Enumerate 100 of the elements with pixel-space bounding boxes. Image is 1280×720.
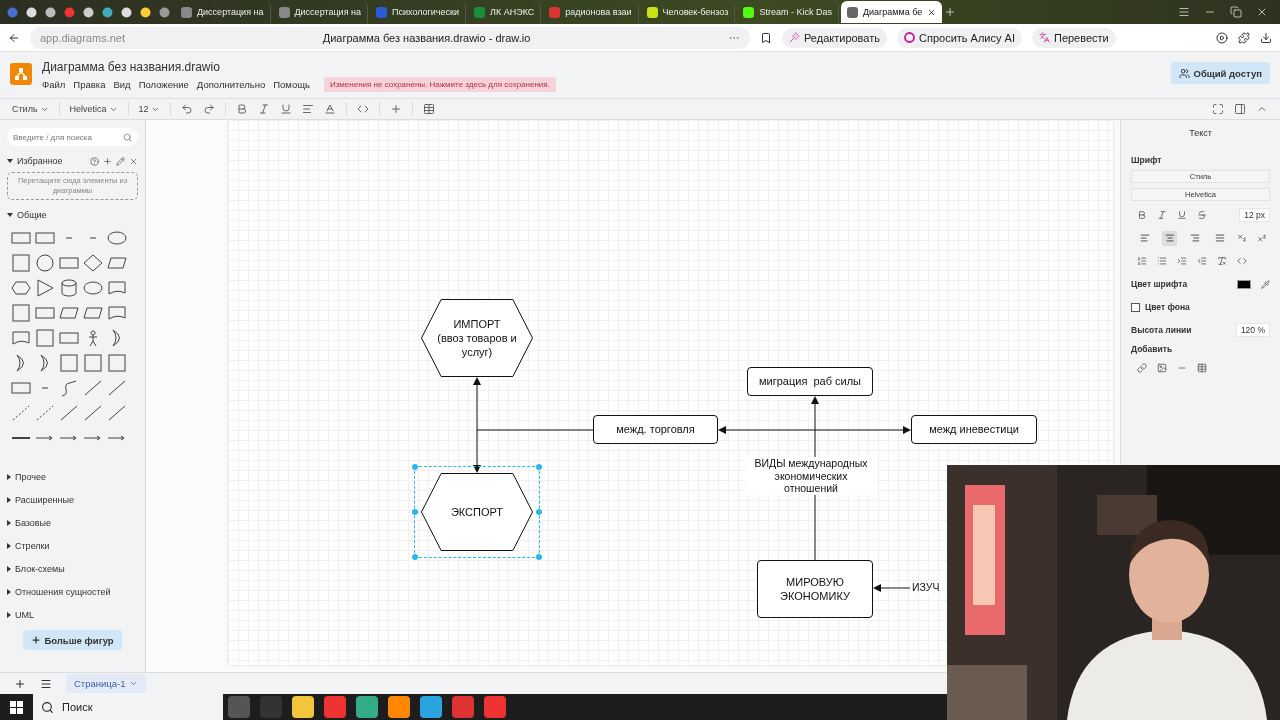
taskbar-app-icon[interactable] [388, 696, 410, 718]
caret-icon[interactable] [7, 497, 11, 504]
browser-tab[interactable]: Диссертация на [272, 1, 368, 23]
underline-icon[interactable] [279, 103, 292, 115]
checkbox[interactable] [1131, 302, 1140, 312]
browser-tab[interactable]: радионова взаи [543, 1, 639, 23]
pipette-icon[interactable] [1261, 279, 1270, 289]
address-field[interactable]: app.diagrams.net Диаграмма без названия.drawio - draw.io [30, 26, 750, 49]
shape-icon[interactable] [34, 278, 56, 299]
extensions-icon[interactable] [1238, 31, 1250, 44]
page-tab[interactable]: Страница-1 [66, 674, 146, 693]
more-shapes-button[interactable]: Больше фигур [23, 630, 122, 651]
download-icon[interactable] [1260, 31, 1272, 44]
italic-icon[interactable] [1157, 210, 1167, 220]
menu-item[interactable]: Положение [138, 79, 189, 90]
menu-item[interactable]: Файл [42, 79, 66, 90]
section-title[interactable]: Стрелки [15, 541, 50, 552]
resize-handle[interactable] [536, 464, 542, 470]
font-color-icon[interactable] [323, 103, 336, 115]
section-title[interactable]: Расширенные [15, 495, 74, 506]
new-tab-icon[interactable] [944, 6, 957, 18]
shape-search-field[interactable]: Введите / для поиска [7, 128, 138, 146]
bookmark-icon[interactable] [760, 31, 772, 44]
browser-action-button[interactable]: Редактировать [782, 27, 887, 48]
menu-item[interactable]: Дополнительно [196, 79, 266, 90]
taskbar-app-icon[interactable] [420, 696, 442, 718]
outdent-icon[interactable] [1197, 256, 1207, 266]
section-title[interactable]: Избранное [17, 156, 63, 166]
section-title[interactable]: Базовые [15, 518, 52, 529]
strikethrough-icon[interactable] [1197, 210, 1207, 220]
browser-tab[interactable]: Диссертация на [175, 1, 271, 23]
section-title[interactable]: Прочее [15, 472, 46, 483]
caret-icon[interactable] [7, 213, 13, 218]
panel-icon[interactable] [1234, 103, 1246, 115]
shape-icon[interactable] [58, 278, 80, 299]
resize-handle[interactable] [412, 554, 418, 560]
diagram-node[interactable]: межд иневестици [904, 408, 1044, 451]
diagram-node[interactable]: МИРОВУЮ ЭКОНОМИКУ [750, 553, 880, 625]
edit-icon[interactable] [116, 156, 125, 166]
caret-icon[interactable] [7, 612, 11, 619]
bullet-list-icon[interactable] [1157, 256, 1167, 266]
help-icon[interactable] [90, 156, 99, 166]
taskbar-app-icon[interactable] [356, 696, 378, 718]
pages-menu-icon[interactable] [40, 677, 52, 690]
caret-icon[interactable] [7, 474, 11, 481]
shape-icon[interactable] [34, 253, 56, 274]
taskbar-app-icon[interactable] [452, 696, 474, 718]
caret-icon[interactable] [7, 543, 11, 550]
superscript-icon[interactable] [1257, 233, 1267, 243]
resize-handle[interactable] [412, 509, 418, 515]
browser-tab[interactable]: Психологически [370, 1, 467, 23]
close-icon[interactable] [1256, 6, 1268, 18]
font-size-field[interactable]: 12 px [1239, 208, 1270, 222]
document-title[interactable]: Диаграмма без названия.drawio [42, 60, 556, 74]
font-size-dropdown[interactable]: 12 [138, 104, 160, 114]
play-icon[interactable] [1216, 31, 1228, 44]
share-button[interactable]: Общий доступ [1170, 62, 1270, 84]
bold-icon[interactable] [1137, 210, 1147, 220]
table-icon[interactable] [422, 103, 435, 115]
panel-title[interactable]: Текст [1131, 128, 1270, 138]
insert-icon[interactable] [389, 103, 402, 115]
color-swatch[interactable] [1237, 279, 1251, 289]
resize-handle[interactable] [412, 464, 418, 470]
caret-icon[interactable] [7, 589, 11, 596]
diagram-node[interactable]: ЭКСПОРТ [414, 466, 540, 558]
browser-action-button[interactable]: Спросить Алису AI [897, 27, 1022, 48]
code-icon[interactable] [356, 103, 369, 115]
diagram-node[interactable]: ИЗУЧ [905, 574, 947, 601]
caret-icon[interactable] [7, 159, 13, 163]
section-title[interactable]: Отношения сущностей [15, 587, 111, 598]
diagram-node[interactable]: миграция раб силы [740, 360, 880, 403]
taskbar-app-icon[interactable] [484, 696, 506, 718]
search-icon[interactable] [123, 132, 132, 142]
add-icon[interactable] [103, 156, 112, 166]
taskbar-search-field[interactable]: Поиск [33, 694, 223, 720]
fullscreen-icon[interactable] [1212, 103, 1224, 115]
menu-item[interactable]: Помощь [273, 79, 310, 90]
unsaved-notice[interactable]: Изменения не сохранены. Нажмите здесь для сохранения. [323, 77, 556, 92]
taskbar-app-icon[interactable] [292, 696, 314, 718]
browser-tab[interactable]: Диаграмма бе [840, 1, 943, 23]
style-dropdown[interactable]: Стиль [12, 104, 49, 114]
caret-icon[interactable] [7, 520, 11, 527]
section-title[interactable]: Общие [17, 210, 47, 221]
menu-item[interactable]: Правка [73, 79, 106, 90]
diagram-node[interactable]: межд. торговля [586, 408, 725, 451]
align-icon[interactable] [301, 103, 314, 115]
close-tab-icon[interactable] [927, 7, 937, 17]
close-icon[interactable] [129, 156, 138, 166]
section-title[interactable]: UML [15, 610, 34, 621]
browser-tab[interactable]: Stream - Kick Das [737, 1, 839, 23]
browser-tab[interactable]: ЛК АНЭКС [468, 1, 542, 23]
underline-icon[interactable] [1177, 210, 1187, 220]
image-icon[interactable] [1157, 363, 1167, 373]
resize-handle[interactable] [536, 554, 542, 560]
clear-format-icon[interactable] [1217, 256, 1227, 266]
link-icon[interactable] [1137, 363, 1147, 373]
font-dropdown[interactable]: Helvetica [69, 104, 118, 114]
indent-icon[interactable] [1177, 256, 1187, 266]
diagram-node[interactable]: ИМПОРТ (ввоз товаров и услуг) [414, 292, 540, 384]
back-icon[interactable] [8, 31, 20, 44]
